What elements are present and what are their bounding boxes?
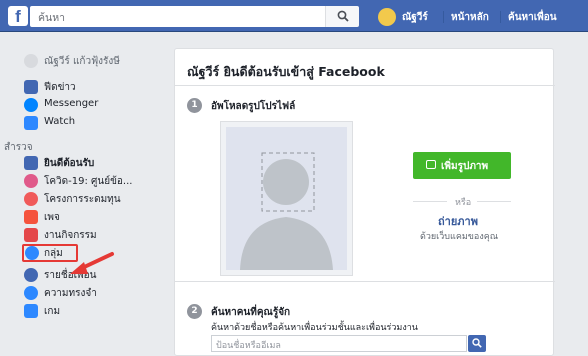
facebook-icon (24, 156, 38, 170)
sidebar-item-fundraisers[interactable]: โครงการระดมทุน (24, 190, 160, 208)
sidebar-item-watch[interactable]: Watch (24, 114, 160, 132)
sidebar-item-label: โควิด-19: ศูนย์ข้อ... (44, 176, 133, 187)
sidebar-item-label: ความทรงจำ (44, 288, 97, 299)
facebook-logo-icon[interactable]: f (8, 6, 28, 26)
sidebar-item-events[interactable]: งานกิจกรรม (24, 226, 160, 244)
email-input-placeholder: ป้อนชื่อหรืออีเมล (216, 341, 281, 351)
sidebar-item-label: Messenger (44, 98, 99, 109)
top-navigation-bar: f ค้นหา ณัฐวีร์ หน้าหลัก ค้นหาเพื่อน (0, 0, 588, 32)
sidebar-item-pages[interactable]: เพจ (24, 208, 160, 226)
sidebar-item-label: ยินดีต้อนรับ (44, 158, 95, 169)
name-or-email-input[interactable]: ป้อนชื่อหรืออีเมล (211, 335, 467, 352)
find-people-search-button[interactable] (468, 335, 486, 352)
search-icon (472, 338, 482, 348)
profile-link[interactable]: ณัฐวีร์ (402, 10, 428, 25)
pages-icon (24, 210, 38, 224)
profile-photo-placeholder[interactable] (220, 121, 353, 276)
sidebar-item-memories[interactable]: ความทรงจำ (24, 284, 160, 302)
games-icon (24, 304, 38, 318)
sidebar-item-games[interactable]: เกม (24, 302, 160, 320)
step-title-find-people: ค้นหาคนที่คุณรู้จัก (211, 307, 291, 318)
find-people-description: ค้นหาด้วยชื่อหรือค้นหาเพื่อนร่วมชั้นและเ… (211, 323, 418, 333)
sidebar-item-messenger[interactable]: Messenger (24, 96, 160, 114)
nav-separator (443, 11, 444, 23)
sidebar-item-label: Watch (44, 116, 76, 127)
divider (175, 85, 555, 86)
search-input[interactable]: ค้นหา (30, 6, 355, 27)
take-photo-subtext: ด้วยเว็บแคมของคุณ (420, 232, 499, 242)
profile-avatar-icon (24, 54, 38, 68)
sidebar-item-covid[interactable]: โควิด-19: ศูนย์ข้อ... (24, 172, 160, 190)
sidebar-profile-name: ณัฐวีร์ แก้วฟุ้งรังษี (44, 56, 120, 67)
step-number-badge: 2 (187, 304, 202, 319)
events-icon (24, 228, 38, 242)
sidebar-item-label: รายชื่อเพื่อน (44, 270, 97, 281)
add-photo-label: เพิ่มรูปภาพ (441, 161, 489, 172)
sidebar-profile[interactable]: ณัฐวีร์ แก้วฟุ้งรังษี (24, 52, 160, 70)
messenger-icon (24, 98, 38, 112)
step-title-upload: อัพโหลดรูปโปรไฟล์ (211, 101, 296, 112)
sidebar-item-label: โครงการระดมทุน (44, 194, 121, 205)
or-text: หรือ (455, 198, 472, 208)
sidebar-item-welcome[interactable]: ยินดีต้อนรับ (24, 154, 160, 172)
groups-icon (25, 246, 39, 260)
search-button[interactable] (325, 6, 359, 27)
fundraiser-icon (24, 192, 38, 206)
sidebar-item-label: เกม (44, 306, 61, 317)
or-divider-right (477, 201, 511, 202)
sidebar-item-news-feed[interactable]: ฟีดข่าว (24, 78, 160, 96)
watch-icon (24, 116, 38, 130)
add-photo-button[interactable]: เพิ่มรูปภาพ (413, 152, 511, 179)
covid-icon (24, 174, 38, 188)
memories-icon (24, 286, 38, 300)
welcome-panel: ณัฐวีร์ ยินดีต้อนรับเข้าสู่ Facebook 1 อ… (174, 48, 555, 356)
photo-icon (426, 160, 436, 169)
search-placeholder: ค้นหา (38, 12, 66, 24)
find-friends-link[interactable]: ค้นหาเพื่อน (508, 10, 557, 25)
page-title: ณัฐวีร์ ยินดีต้อนรับเข้าสู่ Facebook (187, 64, 385, 79)
user-avatar[interactable] (378, 8, 396, 26)
nav-separator (500, 11, 501, 23)
news-feed-icon (24, 80, 38, 94)
search-icon (337, 10, 349, 22)
step-number-badge: 1 (187, 98, 202, 113)
left-sidebar: ณัฐวีร์ แก้วฟุ้งรังษี ฟีดข่าว Messenger … (0, 32, 160, 356)
sidebar-item-label: ฟีดข่าว (44, 82, 76, 93)
sidebar-item-groups[interactable]: กลุ่ม (22, 244, 78, 262)
friends-list-icon (24, 268, 38, 282)
home-link[interactable]: หน้าหลัก (451, 10, 489, 25)
sidebar-item-label: งานกิจกรรม (44, 230, 97, 241)
sidebar-item-label: กลุ่ม (44, 248, 63, 259)
explore-section-title: สำรวจ (4, 142, 33, 153)
take-photo-link[interactable]: ถ่ายภาพ (438, 212, 478, 230)
silhouette-icon (226, 127, 347, 270)
or-divider-left (413, 201, 447, 202)
sidebar-item-friends-list[interactable]: รายชื่อเพื่อน (24, 266, 160, 284)
sidebar-item-label: เพจ (44, 212, 60, 223)
divider (175, 281, 555, 282)
